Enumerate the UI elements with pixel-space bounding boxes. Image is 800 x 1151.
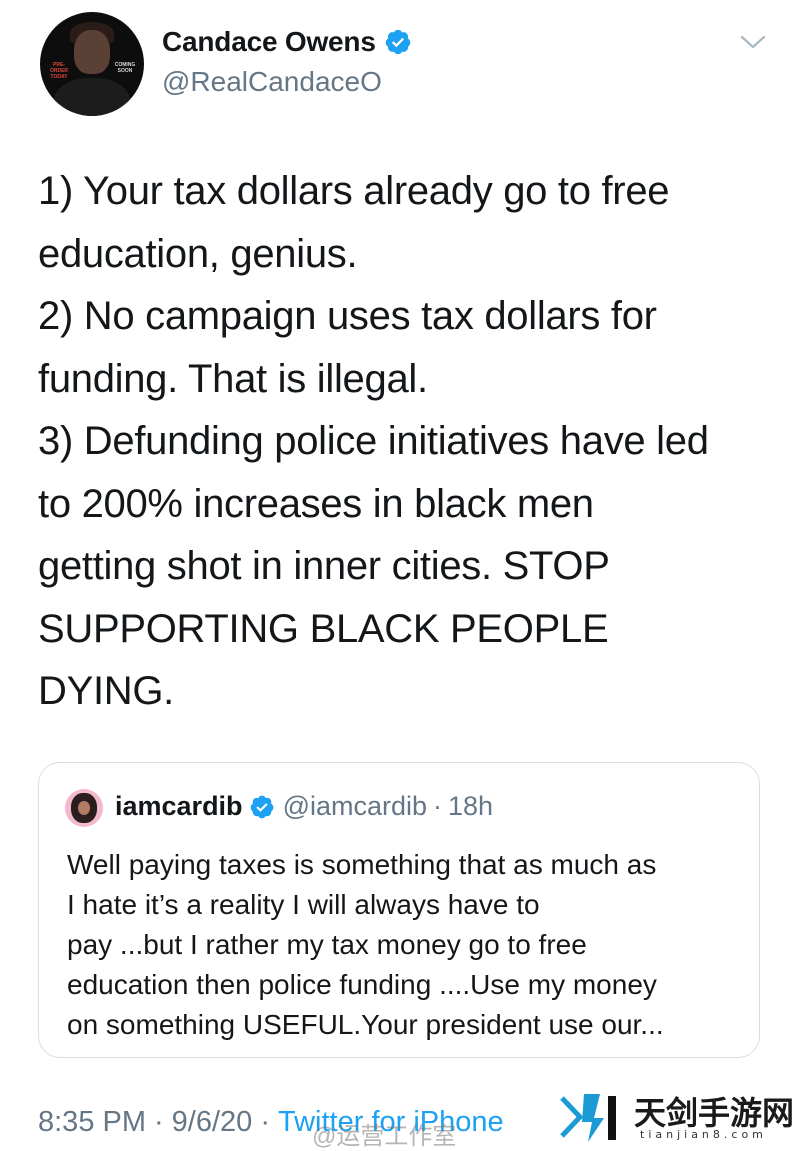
quoted-author-handle[interactable]: @iamcardib (283, 791, 427, 822)
tweet-body-line: 1) Your tax dollars already go to free (38, 169, 670, 213)
avatar-shoulders (54, 78, 130, 116)
quoted-body-line: education then police funding ....Use my… (67, 969, 657, 1000)
tweet-body-line: SUPPORTING BLACK PEOPLE (38, 606, 609, 651)
author-display-name[interactable]: Candace Owens (162, 26, 376, 58)
tweet-date[interactable]: 9/6/20 (172, 1106, 253, 1139)
avatar-promo-text-right: COMING SOON (114, 62, 136, 74)
tweet-body: 1) Your tax dollars already go to free e… (38, 160, 778, 723)
tweet-time[interactable]: 8:35 PM (38, 1106, 146, 1139)
quoted-body-line: pay ...but I rather my tax money go to f… (67, 929, 587, 960)
tweet-body-line: to 200% increases in black men (38, 481, 594, 526)
chevron-down-icon[interactable] (738, 32, 768, 52)
verified-badge-icon (250, 795, 273, 818)
site-watermark-logo: 天剑手游网 tianjian8.com (548, 1082, 798, 1148)
site-brand-url: tianjian8.com (640, 1128, 767, 1141)
verified-badge-icon (385, 29, 410, 55)
quoted-body-line: on something USEFUL.Your president use o… (67, 1009, 664, 1040)
author-handle[interactable]: @RealCandaceO (162, 66, 382, 98)
tweet-body-line: DYING. (38, 669, 174, 713)
author-name-row: Candace Owens (162, 26, 412, 58)
avatar-promo-text-left: PRE-ORDER TODAY (49, 62, 69, 80)
tweet-body-line: 3) Defunding police initiatives have led (38, 419, 709, 463)
tweet-body-line: education, genius. (38, 231, 358, 276)
avatar-face (74, 30, 110, 74)
tweet-body-line: funding. That is illegal. (38, 356, 428, 401)
weibo-watermark: @运营工作室 (312, 1123, 457, 1150)
tweet-body-line: getting shot in inner cities. STOP (38, 544, 610, 588)
meta-separator: · (260, 1106, 270, 1138)
meta-separator: · (154, 1106, 164, 1138)
tweet: PRE-ORDER TODAY COMING SOON Candace Owen… (0, 0, 800, 1151)
quoted-avatar-face (78, 801, 90, 815)
quoted-author-name[interactable]: iamcardib (115, 791, 243, 822)
quoted-timestamp[interactable]: 18h (448, 791, 493, 822)
tweet-body-line: 2) No campaign uses tax dollars for (38, 294, 657, 338)
site-logo-icon (554, 1088, 628, 1146)
quoted-body-line: I hate it’s a reality I will always have… (67, 889, 540, 920)
author-avatar[interactable]: PRE-ORDER TODAY COMING SOON (40, 12, 144, 116)
quoted-tweet-body: Well paying taxes is something that as m… (67, 845, 747, 1045)
quoted-separator: · (433, 791, 443, 821)
quoted-tweet-card[interactable]: iamcardib @iamcardib · 18h Well paying t… (38, 762, 760, 1058)
quoted-tweet-header: iamcardib @iamcardib · 18h (115, 791, 493, 822)
quoted-body-line: Well paying taxes is something that as m… (67, 849, 657, 880)
quoted-author-avatar[interactable] (65, 789, 103, 827)
